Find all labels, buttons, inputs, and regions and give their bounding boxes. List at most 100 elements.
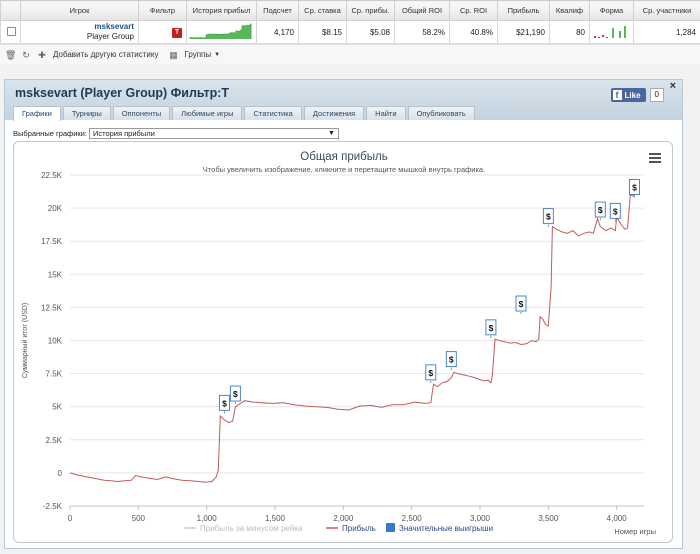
- add-stat-label: Добавить другую статистику: [53, 50, 159, 59]
- groups-icon: ▦: [169, 49, 178, 60]
- chart-subtitle: Чтобы увеличить изображение, кликните и …: [203, 165, 485, 174]
- header-form[interactable]: Форма: [589, 0, 634, 21]
- big-win-flag: $: [229, 385, 241, 405]
- tab-favorite-games[interactable]: Любимые игры: [172, 106, 243, 120]
- big-win-flag-label: $: [613, 206, 618, 216]
- trash-icon[interactable]: 🗑: [5, 50, 16, 60]
- tab-charts[interactable]: Графики: [13, 106, 61, 121]
- y-axis-ticks: -2.5K 0 2.5K 5K 7.5K 10K 12.5K 15K 17.5K 20K 22.5K: [41, 171, 63, 511]
- legend-item-profit[interactable]: Прибыль: [342, 524, 376, 533]
- header-count[interactable]: Подсчет: [256, 0, 299, 21]
- y-tick-label: 17.5K: [41, 237, 63, 246]
- y-tick-label: 15K: [48, 270, 63, 279]
- facebook-like-button[interactable]: f Like: [610, 88, 646, 102]
- facebook-like: f Like 0: [610, 88, 664, 102]
- big-win-flag-label: $: [449, 355, 454, 365]
- filter-badge[interactable]: T: [172, 27, 182, 38]
- header-profit[interactable]: Прибыль: [497, 0, 550, 21]
- close-icon[interactable]: ×: [670, 80, 676, 92]
- qualif-cell: 80: [549, 20, 590, 44]
- chart-selector-label: Выбранные графики:: [13, 129, 87, 138]
- total-roi-cell: 58.2%: [394, 20, 450, 44]
- legend-swatch-wins: [386, 523, 395, 532]
- big-win-flag: $: [628, 179, 640, 198]
- y-tick-label: 12.5K: [41, 303, 63, 312]
- player-panel: × msksevart (Player Group) Фильтр:T f Lik…: [4, 79, 683, 549]
- x-tick-label: 3,500: [538, 514, 559, 523]
- table-toolbar: 🗑 ↻ ✚ Добавить другую статистику ▦ Группы ▼: [0, 44, 700, 64]
- header-qualif[interactable]: Квалиф: [549, 0, 590, 21]
- big-win-flag: $: [609, 202, 621, 222]
- tab-opponents[interactable]: Оппоненты: [112, 106, 171, 120]
- x-tick-label: 500: [132, 514, 146, 523]
- avg-entrants-cell: 1,284: [633, 20, 700, 44]
- menu-icon-bar: [649, 157, 661, 159]
- add-stat-link[interactable]: ✚ Добавить другую статистику: [37, 50, 158, 60]
- y-tick-label: 2.5K: [46, 436, 63, 445]
- menu-icon-bar: [649, 161, 661, 163]
- tab-achievements[interactable]: Достижения: [303, 106, 365, 120]
- x-tick-label: 1,500: [265, 514, 286, 523]
- big-win-flag: $: [542, 208, 554, 227]
- x-tick-label: 2,000: [333, 514, 354, 523]
- player-cell: msksevart Player Group: [20, 20, 139, 44]
- form-bar: [598, 37, 600, 38]
- header-select: [0, 0, 21, 21]
- legend-item-wins[interactable]: Значительные выигрыши: [399, 524, 493, 533]
- menu-icon[interactable]: [649, 153, 661, 163]
- form-bar: [606, 37, 608, 38]
- x-tick-label: 1,000: [197, 514, 218, 523]
- form-bar: [612, 28, 614, 38]
- chart-select[interactable]: История прибыли ▼: [88, 128, 339, 139]
- big-win-flag: $: [485, 319, 497, 338]
- menu-icon-bar: [649, 153, 661, 155]
- refresh-icon[interactable]: ↻: [21, 50, 31, 60]
- header-avg-profit[interactable]: Ср. прибы.: [346, 0, 395, 21]
- dropdown-arrow-icon: ▼: [328, 130, 335, 137]
- form-chart: [594, 26, 626, 38]
- tab-statistics[interactable]: Статистика: [244, 106, 302, 120]
- sparkline-fill: [189, 23, 252, 39]
- groups-label: Группы: [184, 50, 212, 59]
- tab-find[interactable]: Найти: [366, 106, 406, 120]
- avg-roi-cell: 40.8%: [449, 20, 498, 44]
- big-win-flag-label: $: [428, 368, 433, 378]
- header-avg-entrants[interactable]: Ср. участники: [633, 0, 700, 21]
- y-tick-label: 10K: [48, 337, 63, 346]
- y-axis-label: Суммарный итог (USD): [21, 303, 29, 379]
- player-name-link[interactable]: msksevart: [25, 22, 134, 32]
- form-bar: [602, 35, 604, 37]
- y-tick-label: 7.5K: [46, 370, 63, 379]
- tab-publish[interactable]: Опубликовать: [407, 106, 475, 120]
- header-avg-roi[interactable]: Ср. ROI: [449, 0, 498, 21]
- y-tick-label: 22.5K: [41, 171, 63, 180]
- x-axis-ticks: 0 500 1,000 1,500 2,000 2,500 3,000 3,500 4,000: [68, 506, 627, 523]
- panel-tabs: Графики Турниры Оппоненты Любимые игры С…: [13, 106, 477, 121]
- chart-legend: Прибыль за минусом рейка Прибыль Значите…: [184, 523, 493, 533]
- header-total-roi[interactable]: Общий ROI: [394, 0, 450, 21]
- legend-item-rake[interactable]: Прибыль за минусом рейка: [200, 524, 303, 533]
- header-avg-stake[interactable]: Ср. ставка: [298, 0, 347, 21]
- y-tick-label: 0: [58, 469, 63, 478]
- big-win-flag-label: $: [598, 205, 603, 215]
- header-player[interactable]: Игрок: [20, 0, 139, 21]
- avg-profit-cell: $5.08: [346, 20, 395, 44]
- big-win-flag-label: $: [519, 299, 524, 309]
- chart-selector-row: Выбранные графики: История прибыли ▼: [13, 128, 339, 139]
- facebook-icon: f: [612, 90, 622, 100]
- x-tick-label: 0: [68, 514, 73, 523]
- groups-dropdown[interactable]: ▦ Группы ▼: [168, 50, 220, 60]
- header-filter[interactable]: Фильтр: [138, 0, 187, 21]
- profit-history-sparkline: [186, 20, 257, 44]
- x-tick-label: 3,000: [470, 514, 491, 523]
- tab-tournaments[interactable]: Турниры: [62, 106, 111, 120]
- row-checkbox[interactable]: [7, 26, 16, 36]
- filter-cell: T: [138, 20, 187, 44]
- form-bar: [624, 26, 626, 38]
- header-profit-history[interactable]: История прибыл: [186, 0, 257, 21]
- chart-title: Общая прибыль: [300, 151, 387, 163]
- big-win-flag-label: $: [489, 323, 494, 333]
- avg-stake-cell: $8.15: [298, 20, 347, 44]
- profit-chart[interactable]: Общая прибыль Чтобы увеличить изображени…: [13, 141, 673, 543]
- big-win-flag-label: $: [546, 212, 551, 222]
